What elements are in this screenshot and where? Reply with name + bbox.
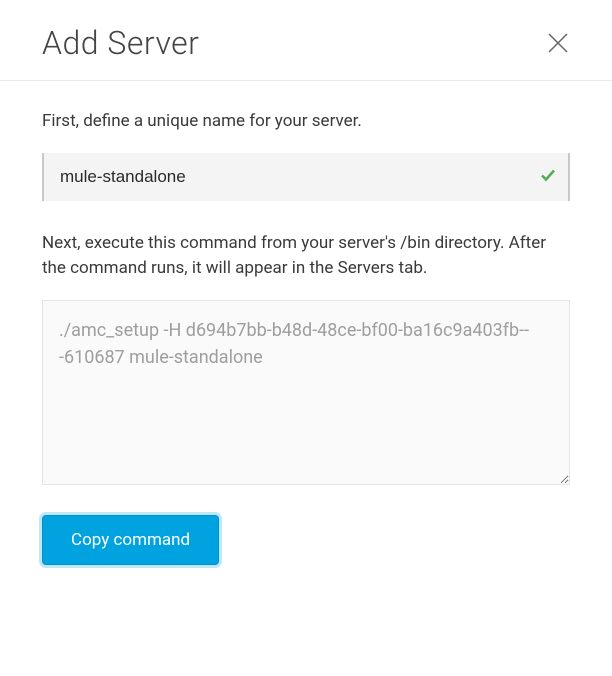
command-textarea[interactable]: [42, 300, 570, 485]
valid-check-icon: [540, 167, 556, 186]
dialog-content: First, define a unique name for your ser…: [0, 81, 612, 593]
instruction-define-name: First, define a unique name for your ser…: [42, 109, 570, 135]
server-name-field-wrapper: [42, 153, 570, 201]
close-icon[interactable]: [546, 31, 570, 55]
server-name-input[interactable]: [42, 153, 570, 201]
instruction-execute-command: Next, execute this command from your ser…: [42, 231, 570, 282]
copy-command-button[interactable]: Copy command: [42, 515, 219, 565]
dialog-title: Add Server: [42, 24, 199, 62]
dialog-header: Add Server: [0, 0, 612, 81]
